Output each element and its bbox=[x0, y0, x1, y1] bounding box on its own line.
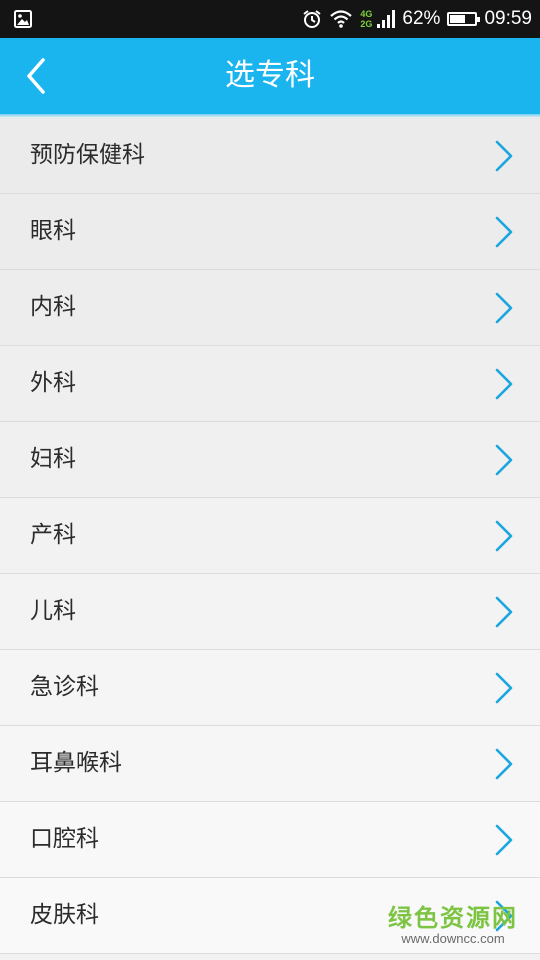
department-label: 口腔科 bbox=[30, 826, 99, 852]
chevron-right-icon bbox=[495, 444, 513, 476]
gallery-icon bbox=[14, 10, 32, 28]
department-list: 预防保健科眼科内科外科妇科产科儿科急诊科耳鼻喉科口腔科皮肤科 bbox=[0, 118, 540, 954]
department-label: 妇科 bbox=[30, 446, 76, 472]
battery-icon bbox=[447, 12, 481, 26]
chevron-right-icon bbox=[495, 596, 513, 628]
list-item[interactable]: 急诊科 bbox=[0, 650, 540, 726]
network-type-top: 4G bbox=[360, 9, 373, 19]
department-label: 皮肤科 bbox=[30, 902, 99, 928]
list-item[interactable]: 外科 bbox=[0, 346, 540, 422]
department-label: 预防保健科 bbox=[30, 142, 145, 168]
signal-icon bbox=[377, 10, 396, 28]
wifi-icon bbox=[330, 10, 353, 28]
list-item[interactable]: 预防保健科 bbox=[0, 118, 540, 194]
status-bar: 4G 2G 62% 09:59 bbox=[0, 0, 540, 38]
app-header: 选专科 bbox=[0, 38, 540, 114]
page-title: 选专科 bbox=[225, 58, 315, 93]
chevron-right-icon bbox=[495, 824, 513, 856]
list-item[interactable]: 内科 bbox=[0, 270, 540, 346]
list-item[interactable]: 产科 bbox=[0, 498, 540, 574]
network-type: 4G 2G bbox=[360, 9, 372, 29]
list-item[interactable]: 眼科 bbox=[0, 194, 540, 270]
watermark: 绿色资源网 www.downcc.com bbox=[388, 904, 518, 946]
alarm-icon bbox=[303, 10, 322, 28]
chevron-right-icon bbox=[495, 140, 513, 172]
list-item[interactable]: 口腔科 bbox=[0, 802, 540, 878]
department-label: 急诊科 bbox=[30, 674, 99, 700]
status-icons: 4G 2G 62% 09:59 bbox=[302, 0, 532, 38]
clock: 09:59 bbox=[484, 8, 532, 29]
department-label: 儿科 bbox=[30, 598, 76, 624]
department-label: 眼科 bbox=[30, 218, 76, 244]
chevron-right-icon bbox=[495, 748, 513, 780]
department-label: 产科 bbox=[30, 522, 76, 548]
chevron-right-icon bbox=[495, 292, 513, 324]
department-label: 耳鼻喉科 bbox=[30, 750, 122, 776]
list-item[interactable]: 儿科 bbox=[0, 574, 540, 650]
chevron-right-icon bbox=[495, 520, 513, 552]
chevron-right-icon bbox=[495, 368, 513, 400]
list-item[interactable]: 耳鼻喉科 bbox=[0, 726, 540, 802]
department-label: 外科 bbox=[30, 370, 76, 396]
list-item[interactable]: 妇科 bbox=[0, 422, 540, 498]
network-type-bottom: 2G bbox=[360, 19, 373, 29]
chevron-right-icon bbox=[495, 672, 513, 704]
chevron-right-icon bbox=[495, 216, 513, 248]
department-label: 内科 bbox=[30, 294, 76, 320]
watermark-url: www.downcc.com bbox=[401, 931, 505, 946]
battery-percent: 62% bbox=[402, 8, 441, 29]
watermark-title: 绿色资源网 bbox=[388, 904, 518, 932]
